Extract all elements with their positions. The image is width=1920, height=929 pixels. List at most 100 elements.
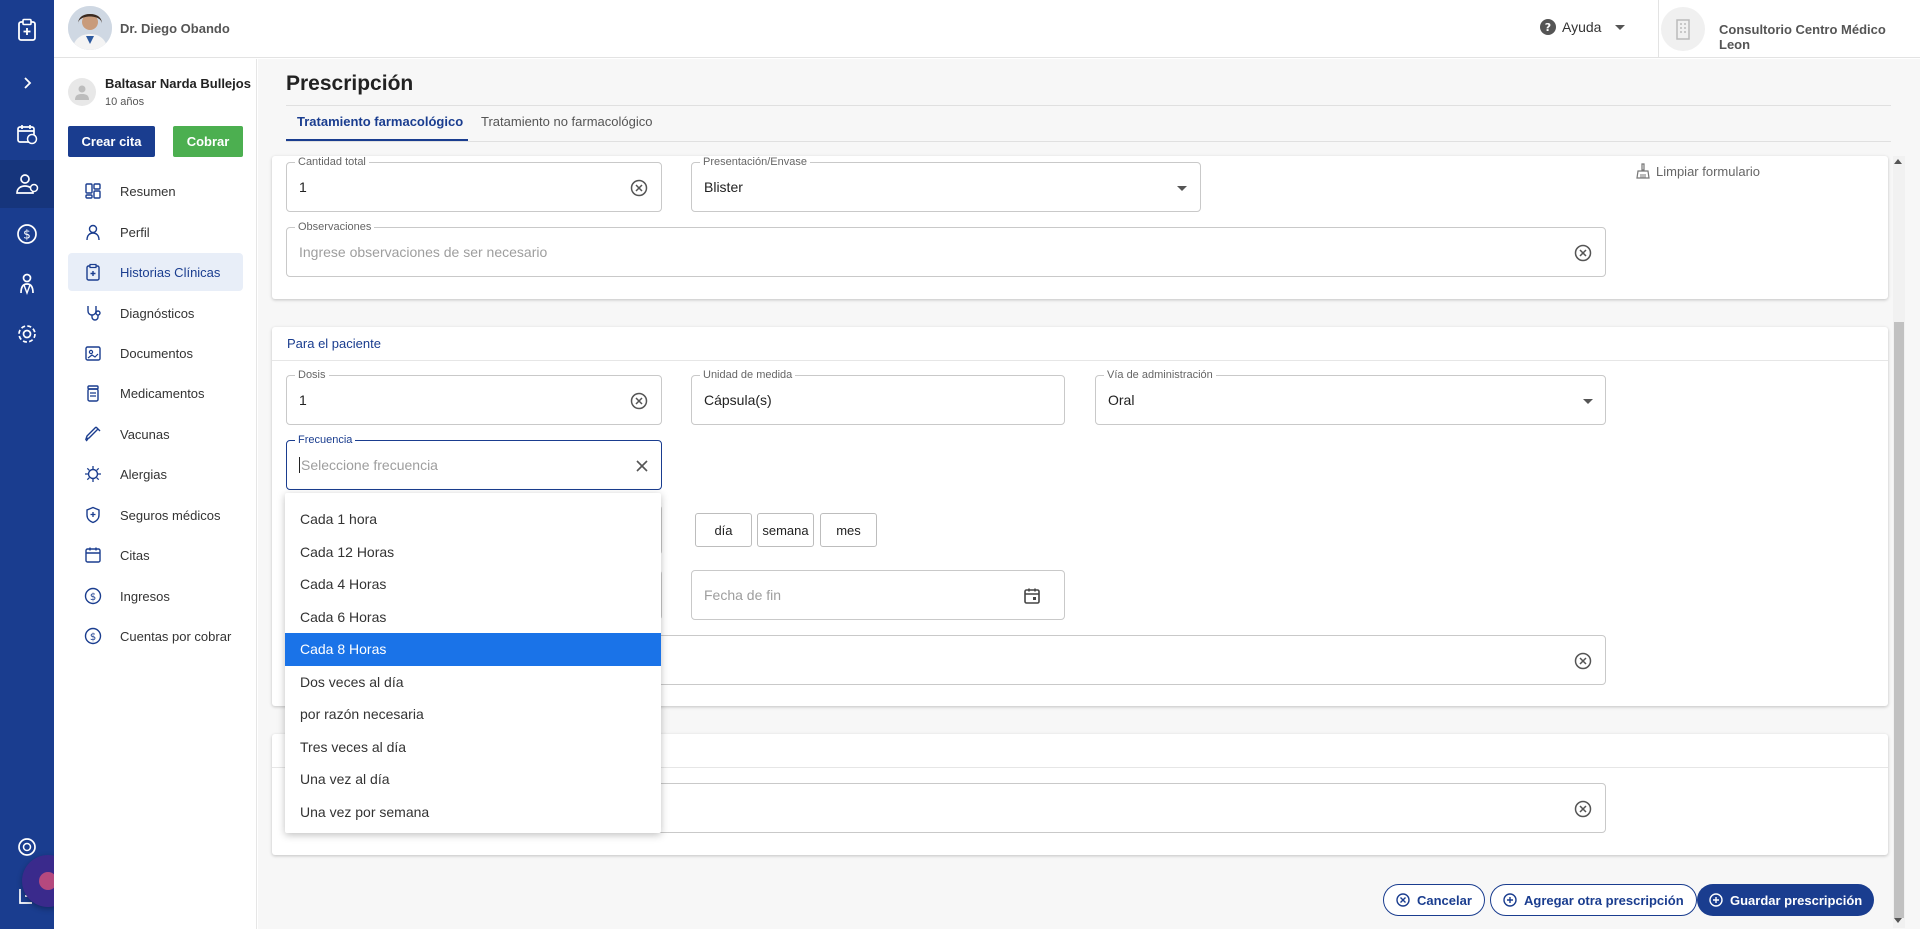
doctor-avatar[interactable]: [68, 6, 112, 50]
sidebar-item-diagnosticos[interactable]: Diagnósticos: [68, 294, 243, 332]
patients-icon[interactable]: [13, 170, 41, 198]
help-menu[interactable]: ? Ayuda: [1540, 19, 1626, 35]
add-prescription-button[interactable]: Agregar otra prescripción: [1490, 884, 1697, 916]
clinic-logo[interactable]: [1661, 7, 1705, 51]
calendar-icon: [80, 546, 106, 564]
list-item[interactable]: Una vez por semana: [285, 796, 661, 829]
clipboard-icon[interactable]: [13, 16, 41, 44]
list-item-highlighted[interactable]: Cada 8 Horas: [285, 633, 661, 666]
settings-gear-icon[interactable]: [13, 320, 41, 348]
help-icon: ?: [1540, 19, 1556, 35]
clinic-name[interactable]: Consultorio Centro Médico Leon: [1719, 22, 1920, 52]
list-item[interactable]: Cada 1 hora: [285, 503, 661, 536]
quantity-field[interactable]: Cantidad total 1: [286, 156, 662, 212]
expand-chevron-icon[interactable]: [13, 69, 41, 97]
unit-month-button[interactable]: mes: [820, 513, 877, 547]
header-divider: [1658, 0, 1659, 58]
create-appointment-button[interactable]: Crear cita: [68, 126, 155, 157]
help-label: Ayuda: [1562, 19, 1602, 35]
sidebar-item-alergias[interactable]: Alergias: [68, 455, 243, 493]
calendar-clock-icon[interactable]: [13, 120, 41, 148]
cancel-label: Cancelar: [1417, 892, 1472, 908]
medical-records-icon: [80, 263, 106, 281]
list-item[interactable]: Cada 12 Horas: [285, 536, 661, 569]
calendar-icon[interactable]: [1021, 585, 1043, 607]
sidebar-item-perfil[interactable]: Perfil: [68, 213, 243, 251]
tab-tratamiento-farmacologico[interactable]: Tratamiento farmacológico: [297, 114, 463, 142]
unit-field[interactable]: Unidad de medida Cápsula(s): [691, 369, 1065, 425]
scrollbar-thumb[interactable]: [1894, 322, 1904, 918]
sidebar-item-vacunas[interactable]: Vacunas: [68, 415, 243, 453]
app-rail: $: [0, 0, 54, 929]
clear-form-label: Limpiar formulario: [1656, 163, 1761, 179]
patient-age: 10 años: [105, 96, 145, 108]
scroll-up-arrow-icon[interactable]: [1894, 159, 1902, 164]
list-item[interactable]: Cada 6 Horas: [285, 601, 661, 634]
billing-icon[interactable]: $: [13, 220, 41, 248]
observations-field[interactable]: Observaciones Ingrese observaciones de s…: [286, 221, 1606, 277]
patient-avatar: [68, 78, 96, 106]
sidebar-item-label: Medicamentos: [120, 385, 205, 401]
frequency-combobox[interactable]: Frecuencia Seleccione frecuencia: [286, 434, 662, 490]
clear-circle-icon[interactable]: [1572, 242, 1594, 264]
sidebar-item-resumen[interactable]: Resumen: [68, 172, 243, 210]
end-date-placeholder: Fecha de fin: [704, 587, 782, 603]
list-item[interactable]: Cada 4 Horas: [285, 568, 661, 601]
doctor-name: Dr. Diego Obando: [120, 21, 230, 36]
presentation-select[interactable]: Presentación/Envase Blister: [691, 156, 1201, 212]
tabs-divider: [286, 141, 1891, 142]
sidebar-item-citas[interactable]: Citas: [68, 536, 243, 574]
frequency-label: Frecuencia: [295, 434, 356, 446]
sidebar-item-seguros-medicos[interactable]: Seguros médicos: [68, 496, 243, 534]
medication-icon: [80, 384, 106, 402]
scroll-down-arrow-icon[interactable]: [1894, 918, 1902, 923]
frequency-options-list: Cada 1 hora Cada 12 Horas Cada 4 Horas C…: [285, 493, 661, 833]
route-select[interactable]: Vía de administración Oral: [1095, 369, 1606, 425]
unit-day-button[interactable]: día: [695, 513, 752, 547]
charge-button[interactable]: Cobrar: [173, 126, 243, 157]
doctor-icon[interactable]: [13, 270, 41, 298]
documents-icon: [80, 344, 106, 362]
clear-circle-icon[interactable]: [1572, 650, 1594, 672]
sidebar-item-ingresos[interactable]: $ Ingresos: [68, 577, 243, 615]
svg-text:$: $: [23, 228, 31, 242]
list-item[interactable]: Una vez al día: [285, 763, 661, 796]
chevron-down-icon: [1583, 399, 1593, 404]
list-item[interactable]: por razón necesaria: [285, 698, 661, 731]
dose-field[interactable]: Dosis 1: [286, 369, 662, 425]
quantity-value: 1: [299, 179, 307, 195]
clear-circle-icon[interactable]: [628, 177, 650, 199]
observations-label: Observaciones: [295, 221, 375, 233]
svg-text:$: $: [90, 632, 96, 643]
sidebar-item-label: Alergias: [120, 466, 167, 482]
presentation-value: Blister: [704, 179, 743, 195]
clear-form-link[interactable]: Limpiar formulario: [1635, 163, 1760, 179]
clear-circle-icon[interactable]: [1572, 798, 1594, 820]
sidebar-item-documentos[interactable]: Documentos: [68, 334, 243, 372]
save-prescription-button[interactable]: Guardar prescripción: [1697, 884, 1875, 916]
list-item[interactable]: Tres veces al día: [285, 731, 661, 764]
end-date-field[interactable]: Fecha de fin: [691, 570, 1065, 620]
allergy-icon: [80, 465, 106, 483]
frequency-placeholder: Seleccione frecuencia: [299, 457, 438, 473]
sidebar-item-label: Seguros médicos: [120, 507, 221, 523]
sidebar-item-label: Historias Clínicas: [120, 264, 221, 280]
add-circle-icon: [1503, 893, 1517, 907]
cancel-button[interactable]: Cancelar: [1383, 884, 1485, 916]
sidebar-item-historias-clinicas[interactable]: Historias Clínicas: [68, 253, 243, 291]
svg-text:?: ?: [1545, 21, 1551, 34]
sidebar-item-cuentas-por-cobrar[interactable]: $ Cuentas por cobrar: [68, 617, 243, 655]
dose-label: Dosis: [295, 369, 329, 381]
unit-week-button[interactable]: semana: [757, 513, 814, 547]
cancel-circle-icon: [1396, 893, 1410, 907]
stethoscope-icon: [80, 304, 106, 322]
tab-tratamiento-no-farmacologico[interactable]: Tratamiento no farmacológico: [481, 114, 653, 142]
title-divider: [286, 105, 1891, 106]
close-icon[interactable]: [631, 455, 653, 477]
sidebar-item-medicamentos[interactable]: Medicamentos: [68, 374, 243, 412]
income-icon: $: [80, 587, 106, 605]
broom-icon: [1636, 163, 1650, 179]
chevron-down-icon: [1615, 24, 1626, 30]
list-item[interactable]: Dos veces al día: [285, 666, 661, 699]
clear-circle-icon[interactable]: [628, 390, 650, 412]
